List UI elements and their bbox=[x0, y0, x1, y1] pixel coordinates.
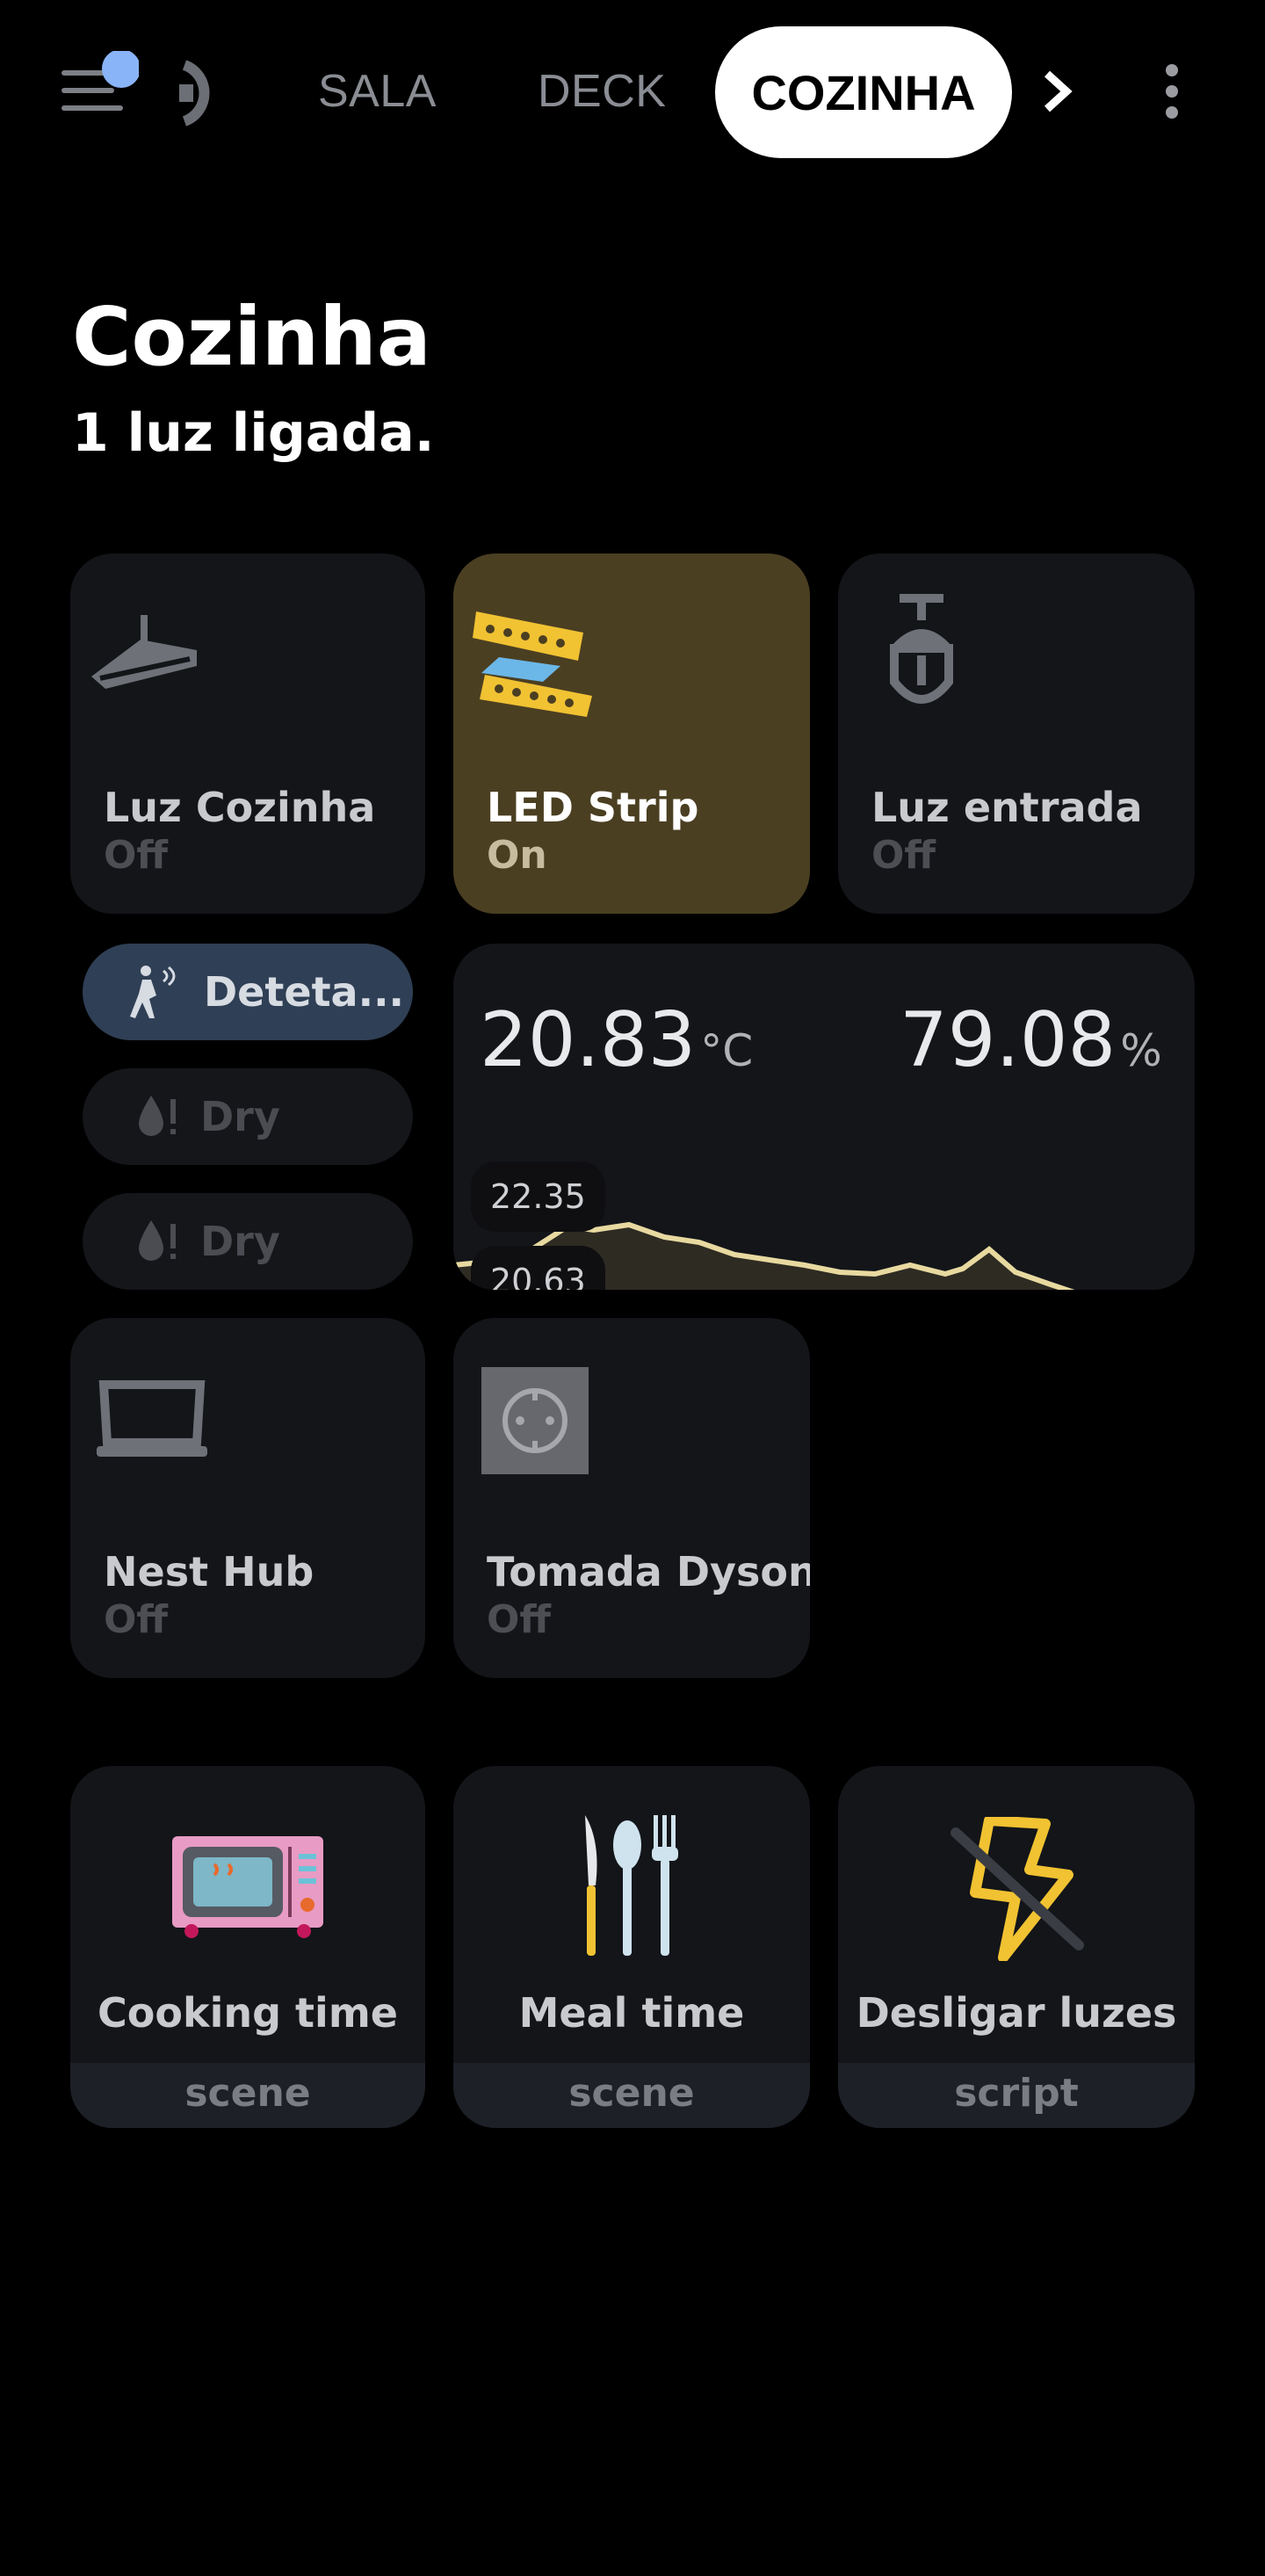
water-alert-icon bbox=[139, 1096, 176, 1136]
device-name: Nest Hub bbox=[104, 1548, 314, 1596]
tab-deck[interactable]: DECK bbox=[538, 65, 666, 118]
overflow-menu-button[interactable] bbox=[1154, 63, 1189, 123]
notification-badge bbox=[102, 49, 141, 88]
light-name: LED Strip bbox=[487, 784, 699, 831]
tabs-scroll-right-button[interactable] bbox=[1037, 67, 1081, 119]
leak-sensor-chip-2[interactable]: Dry bbox=[83, 1193, 413, 1290]
scene-name: Desligar luzes bbox=[856, 1989, 1177, 2037]
humidity-value: 79.08 bbox=[900, 996, 1117, 1084]
humidity-unit: % bbox=[1120, 1025, 1162, 1076]
tab-cozinha[interactable]: COZINHA bbox=[715, 26, 1012, 158]
light-state: Off bbox=[104, 833, 169, 878]
script-card-desligar-luzes[interactable]: Desligar luzes script bbox=[838, 1766, 1195, 2128]
pendant-lamp-icon bbox=[890, 594, 953, 704]
page-subtitle: 1 luz ligada. bbox=[72, 402, 435, 464]
fork-knife-spoon-icon bbox=[585, 1815, 678, 1956]
device-card-tomada-dyson[interactable]: Tomada Dyson Off bbox=[453, 1318, 810, 1678]
home-assistant-logo-icon bbox=[176, 58, 228, 132]
page-title: Cozinha bbox=[72, 290, 431, 384]
tab-sala[interactable]: SALA bbox=[318, 65, 437, 118]
menu-button[interactable] bbox=[60, 49, 141, 130]
led-strip-icon bbox=[473, 611, 592, 717]
leak-sensor-state: Dry bbox=[200, 1218, 280, 1265]
temperature-unit: °C bbox=[700, 1025, 754, 1076]
scene-card-meal-time[interactable]: Meal time scene bbox=[453, 1766, 810, 2128]
light-card-luz-entrada[interactable]: Luz entrada Off bbox=[838, 554, 1195, 914]
motion-sensor-icon bbox=[130, 966, 176, 1018]
power-socket-icon bbox=[481, 1367, 589, 1474]
temperature-value: 20.83 bbox=[480, 996, 697, 1084]
light-state: Off bbox=[871, 833, 936, 878]
script-type: script bbox=[838, 2063, 1195, 2128]
device-card-nest-hub[interactable]: Nest Hub Off bbox=[70, 1318, 425, 1678]
lightning-off-icon bbox=[951, 1817, 1084, 1961]
smart-display-icon bbox=[97, 1380, 207, 1457]
microwave-icon bbox=[172, 1836, 323, 1938]
graph-max-label: 22.35 bbox=[471, 1161, 605, 1232]
light-state: On bbox=[487, 833, 547, 878]
scene-card-cooking-time[interactable]: Cooking time scene bbox=[70, 1766, 425, 2128]
motion-sensor-chip[interactable]: Deteta... bbox=[83, 944, 413, 1040]
scene-name: Cooking time bbox=[98, 1989, 398, 2037]
graph-min-label: 20.63 bbox=[471, 1246, 605, 1290]
scene-name: Meal time bbox=[518, 1989, 745, 2037]
ceiling-light-icon bbox=[91, 615, 197, 689]
scene-type: scene bbox=[453, 2063, 810, 2128]
chevron-right-icon bbox=[1044, 70, 1073, 112]
device-state: Off bbox=[104, 1597, 169, 1642]
scene-type: scene bbox=[70, 2063, 425, 2128]
light-card-led-strip[interactable]: LED Strip On bbox=[453, 554, 810, 914]
more-vert-icon bbox=[1166, 64, 1178, 119]
menu-icon bbox=[61, 49, 141, 111]
device-state: Off bbox=[487, 1597, 552, 1642]
water-alert-icon bbox=[139, 1220, 176, 1261]
light-card-luz-cozinha[interactable]: Luz Cozinha Off bbox=[70, 554, 425, 914]
leak-sensor-state: Dry bbox=[200, 1093, 280, 1140]
climate-sensor-card[interactable]: 20.83 °C 79.08 % 22.35 20.63 bbox=[453, 944, 1195, 1290]
leak-sensor-chip-1[interactable]: Dry bbox=[83, 1068, 413, 1165]
device-name: Tomada Dyson bbox=[487, 1548, 810, 1596]
motion-sensor-state: Deteta... bbox=[204, 968, 405, 1016]
light-name: Luz Cozinha bbox=[104, 784, 376, 831]
light-name: Luz entrada bbox=[871, 784, 1143, 831]
